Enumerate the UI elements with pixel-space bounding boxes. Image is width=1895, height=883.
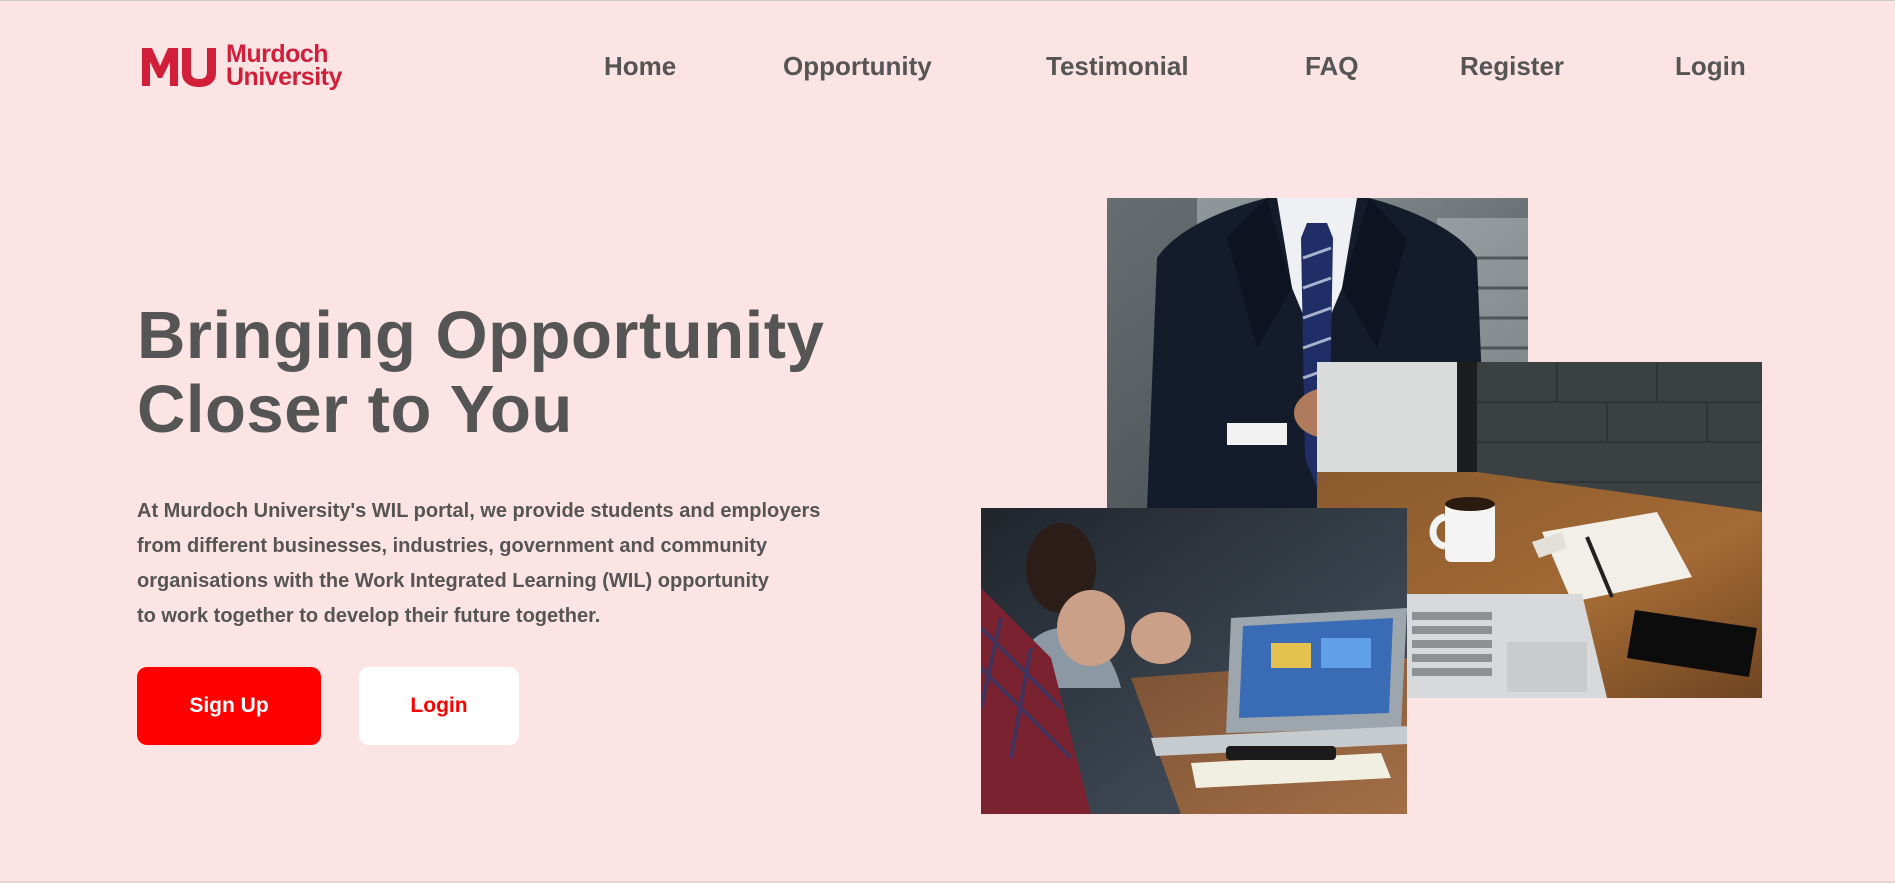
- main-nav: Home Opportunity Testimonial FAQ Registe…: [0, 51, 1895, 85]
- hero-description-line: At Murdoch University's WIL portal, we p…: [137, 500, 821, 522]
- nav-testimonial[interactable]: Testimonial: [1046, 51, 1189, 82]
- sign-up-button[interactable]: Sign Up: [137, 667, 321, 745]
- team-meeting-photo: [981, 508, 1407, 814]
- hero-login-button[interactable]: Login: [359, 667, 519, 745]
- nav-home[interactable]: Home: [604, 51, 676, 82]
- hero-headline-line-1: Bringing Opportunity: [137, 298, 825, 373]
- team-meeting-image: [981, 508, 1407, 814]
- hero-headline: Bringing Opportunity Closer to You: [137, 299, 824, 447]
- landing-page: Murdoch University Home Opportunity Test…: [0, 0, 1895, 883]
- hero-description-line: organisations with the Work Integrated L…: [137, 570, 769, 592]
- nav-faq[interactable]: FAQ: [1305, 51, 1358, 82]
- hero-description: At Murdoch University's WIL portal, we p…: [137, 494, 820, 634]
- nav-register[interactable]: Register: [1460, 51, 1564, 82]
- hero-description-line: to work together to develop their future…: [137, 605, 601, 627]
- hero-headline-line-2: Closer to You: [137, 372, 573, 447]
- nav-opportunity[interactable]: Opportunity: [783, 51, 932, 82]
- nav-login[interactable]: Login: [1675, 51, 1746, 82]
- hero-description-line: from different businesses, industries, g…: [137, 535, 768, 557]
